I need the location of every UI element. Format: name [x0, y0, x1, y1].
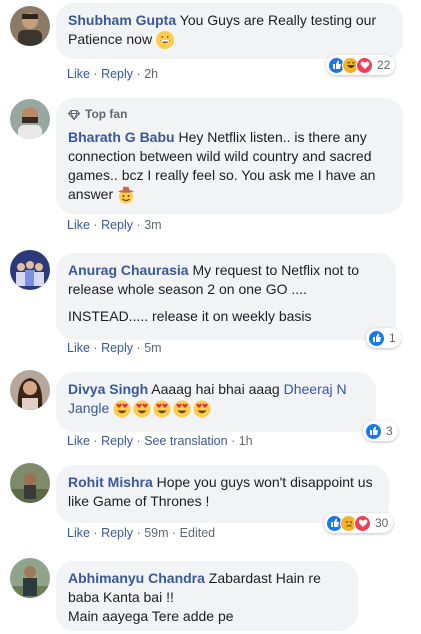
comment-divya-singh: Divya Singh Aaaag hai bhai aaag Dheeraj … [0, 365, 421, 455]
heart-eyes-emoji [113, 400, 131, 418]
like-link[interactable]: Like [67, 434, 90, 448]
timestamp[interactable]: 2h [144, 67, 158, 81]
comment-text: Aaaag hai bhai aaag [151, 381, 280, 397]
reaction-summary[interactable]: 30 [324, 513, 394, 533]
comment-bubble: Anurag Chaurasia My request to Netflix n… [56, 253, 396, 340]
reaction-count: 3 [386, 424, 393, 438]
comment-shubham-gupta: Shubham Gupta You Guys are Really testin… [0, 0, 421, 90]
reaction-count: 1 [389, 331, 396, 345]
timestamp[interactable]: 1h [239, 434, 253, 448]
comment-actions: Like · Reply · 2h [67, 67, 159, 81]
heart-eyes-emoji [133, 400, 151, 418]
author-name[interactable]: Abhimanyu Chandra [68, 570, 205, 586]
comment-anurag-chaurasia: Anurag Chaurasia My request to Netflix n… [0, 245, 421, 365]
author-name[interactable]: Rohit Mishra [68, 474, 153, 490]
comment-bubble: Divya Singh Aaaag hai bhai aaag Dheeraj … [56, 372, 376, 432]
heart-icon [354, 514, 371, 532]
reply-link[interactable]: Reply [101, 341, 133, 355]
reply-link[interactable]: Reply [101, 67, 133, 81]
diamond-icon [68, 109, 80, 120]
heart-icon [356, 56, 373, 74]
avatar[interactable] [10, 6, 50, 46]
see-translation-link[interactable]: See translation [144, 434, 227, 448]
like-link[interactable]: Like [67, 218, 90, 232]
comment-bubble: Abhimanyu Chandra Zabardast Hain re baba… [56, 561, 358, 631]
reply-link[interactable]: Reply [101, 526, 133, 540]
grinning-face-emoji [155, 31, 174, 50]
reaction-summary[interactable]: 1 [366, 328, 401, 348]
comment-actions: Like · Reply · See translation · 1h [67, 434, 253, 448]
reaction-count: 30 [375, 516, 389, 530]
like-link[interactable]: Like [67, 526, 90, 540]
comment-abhimanyu-chandra: Abhimanyu Chandra Zabardast Hain re baba… [0, 553, 421, 634]
edited-label: Edited [179, 526, 216, 540]
reply-link[interactable]: Reply [101, 434, 133, 448]
comment-bubble: Top fan Bharath G Babu Hey Netflix liste… [56, 98, 403, 214]
author-name[interactable]: Divya Singh [68, 381, 148, 397]
author-name[interactable]: Shubham Gupta [68, 12, 176, 28]
comment-text-line2: Main aayega Tere adde pe [68, 608, 234, 624]
cowboy-face-emoji [117, 186, 135, 204]
avatar[interactable] [10, 99, 50, 139]
like-link[interactable]: Like [67, 67, 90, 81]
timestamp[interactable]: 3m [144, 218, 161, 232]
comment-actions: Like · Reply · 5m [67, 341, 162, 355]
heart-eyes-emoji [173, 400, 191, 418]
thumbs-up-icon [368, 329, 385, 347]
reaction-summary[interactable]: 22 [326, 55, 396, 75]
comment-bubble: Shubham Gupta You Guys are Really testin… [56, 3, 403, 59]
avatar[interactable] [10, 463, 50, 503]
emoji-group [113, 400, 211, 418]
avatar[interactable] [10, 558, 50, 598]
heart-eyes-emoji [193, 400, 211, 418]
timestamp[interactable]: 59m [144, 526, 168, 540]
author-name[interactable]: Anurag Chaurasia [68, 262, 189, 278]
like-link[interactable]: Like [67, 341, 90, 355]
comment-bharath-g-babu: Top fan Bharath G Babu Hey Netflix liste… [0, 95, 421, 235]
reaction-summary[interactable]: 3 [363, 421, 398, 441]
comment-actions: Like · Reply · 3m [67, 218, 162, 232]
avatar[interactable] [10, 250, 50, 290]
top-fan-badge: Top fan [68, 105, 391, 124]
timestamp[interactable]: 5m [144, 341, 161, 355]
heart-eyes-emoji [153, 400, 171, 418]
author-name[interactable]: Bharath G Babu [68, 129, 175, 145]
comment-rohit-mishra: Rohit Mishra Hope you guys won't disappo… [0, 458, 421, 550]
comment-actions: Like · Reply · 59m · Edited [67, 526, 216, 540]
thumbs-up-icon [365, 422, 382, 440]
avatar[interactable] [10, 370, 50, 410]
comment-text-line2: INSTEAD..... release it on weekly basis [68, 308, 312, 324]
reply-link[interactable]: Reply [101, 218, 133, 232]
reaction-count: 22 [377, 58, 391, 72]
